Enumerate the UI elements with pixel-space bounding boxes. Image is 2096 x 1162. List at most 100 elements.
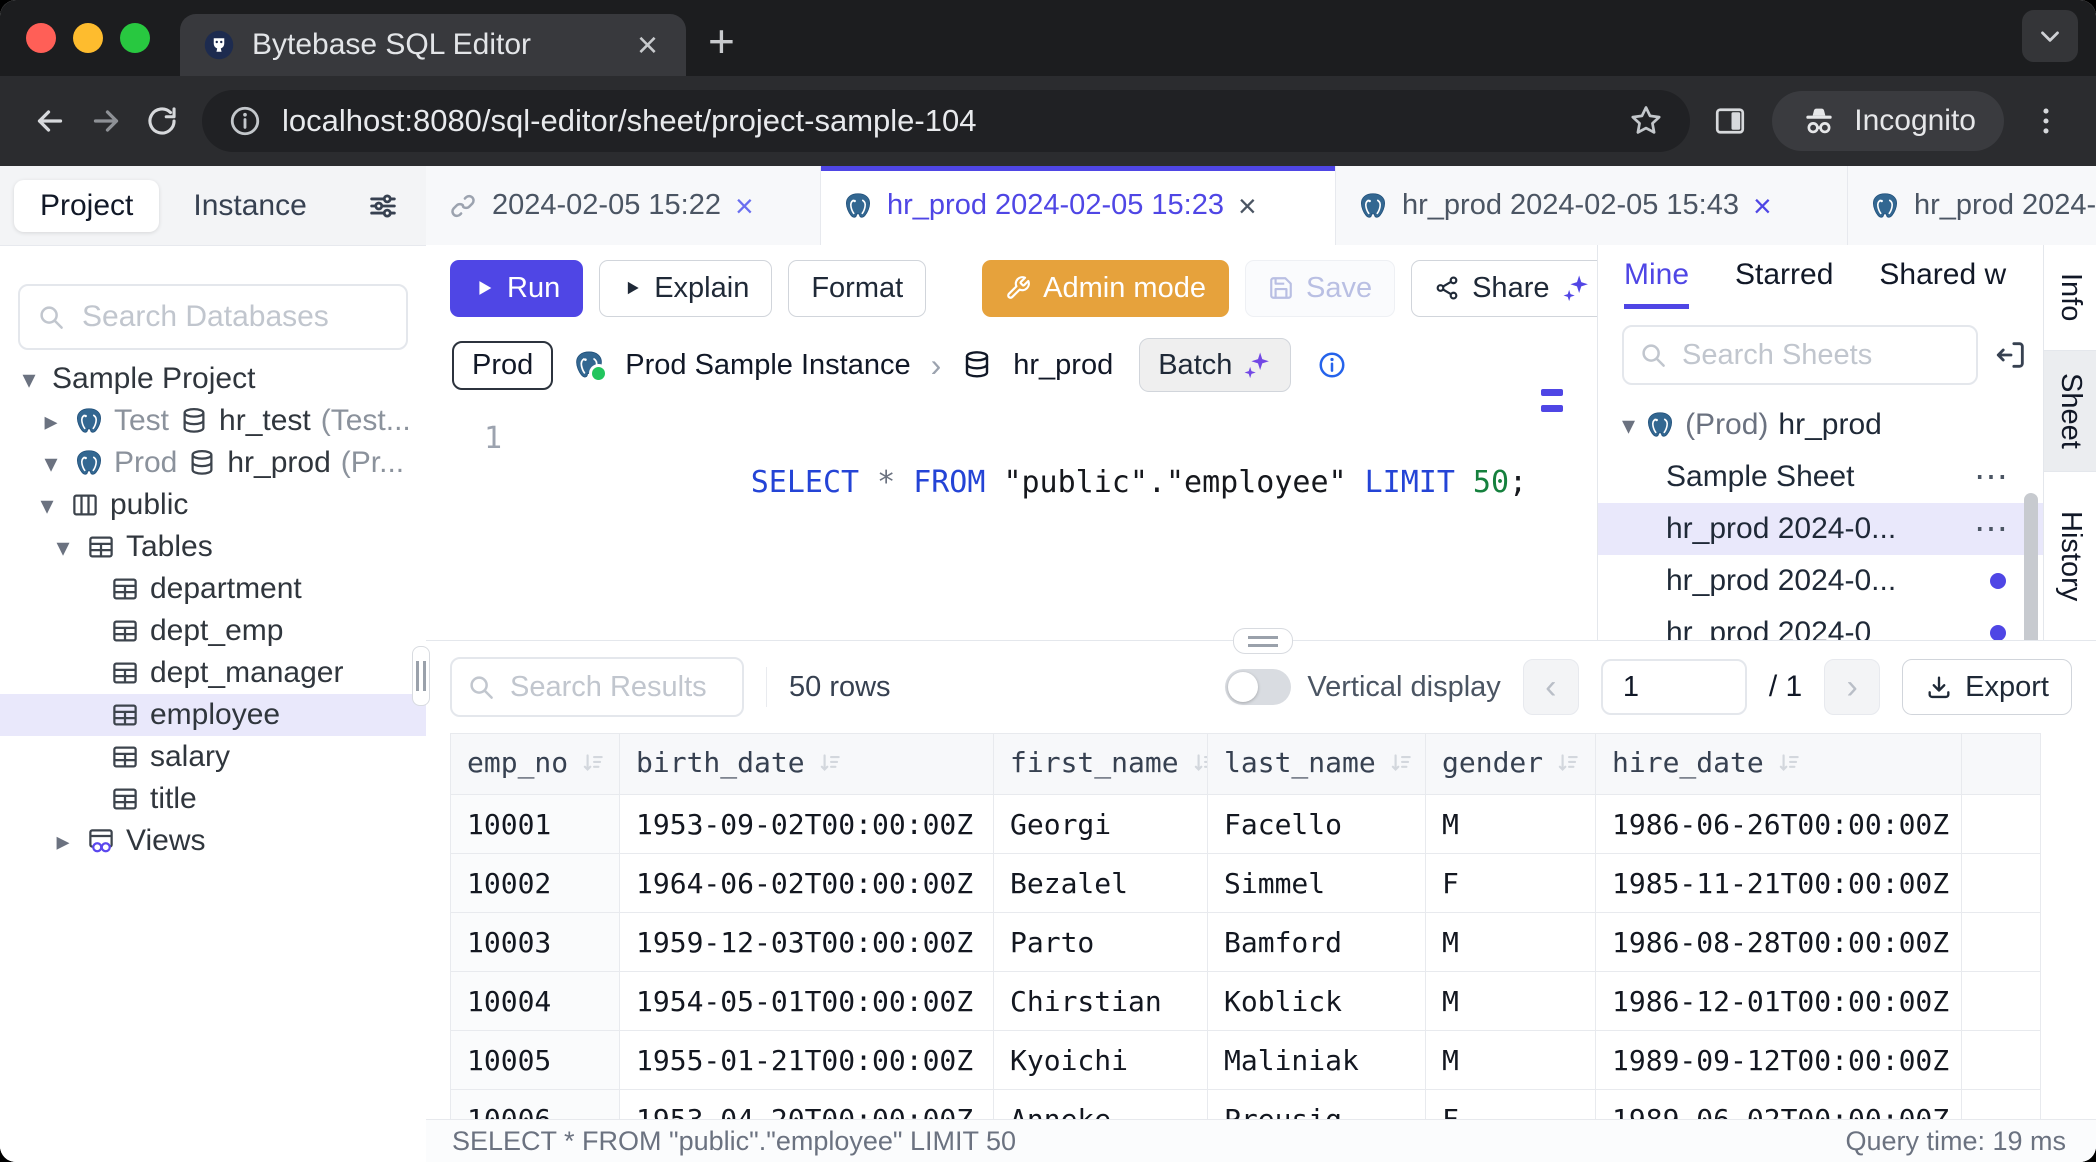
- sheet-search[interactable]: [1622, 325, 1978, 385]
- sort-icon[interactable]: [1388, 750, 1414, 776]
- worksheet-tab-4[interactable]: hr_prod 2024-0: [1848, 166, 2096, 245]
- browser-tab-close-icon[interactable]: ×: [633, 27, 662, 63]
- url-text[interactable]: localhost:8080/sql-editor/sheet/project-…: [282, 103, 1608, 139]
- back-button[interactable]: [22, 93, 78, 149]
- window-zoom-button[interactable]: [120, 23, 150, 53]
- collapse-panel-icon[interactable]: [1994, 338, 2028, 372]
- tree-item-table-title[interactable]: title: [0, 778, 426, 820]
- browser-tab[interactable]: Bytebase SQL Editor ×: [180, 14, 686, 76]
- caret-down-icon[interactable]: ▾: [34, 490, 60, 521]
- browser-menu-button[interactable]: [2018, 93, 2074, 149]
- tab-instance[interactable]: Instance: [167, 180, 332, 232]
- side-tab-sheet[interactable]: Sheet: [2044, 350, 2096, 472]
- tree-item-table-department[interactable]: department: [0, 568, 426, 610]
- more-menu-icon[interactable]: ⋯: [1974, 457, 2010, 497]
- page-number-input[interactable]: [1601, 659, 1747, 715]
- tab-starred[interactable]: Starred: [1735, 258, 1833, 309]
- worksheet-tab-1[interactable]: 2024-02-05 15:22 ×: [426, 166, 821, 245]
- column-header-last-name[interactable]: last_name: [1208, 734, 1426, 795]
- close-tab-icon[interactable]: ×: [735, 190, 754, 222]
- sheet-search-input[interactable]: [1680, 338, 1962, 373]
- sheet-item-selected[interactable]: hr_prod 2024-0... ⋯: [1598, 503, 2044, 555]
- sort-icon[interactable]: [580, 750, 606, 776]
- caret-right-icon[interactable]: ▸: [50, 826, 76, 857]
- column-header-gender[interactable]: gender: [1426, 734, 1596, 795]
- vertical-display-toggle[interactable]: [1225, 669, 1291, 705]
- caret-down-icon[interactable]: ▾: [1622, 410, 1635, 441]
- tree-item-tables-group[interactable]: ▾ Tables: [0, 526, 426, 568]
- tree-item-table-dept-manager[interactable]: dept_manager: [0, 652, 426, 694]
- tab-project[interactable]: Project: [14, 180, 159, 232]
- tree-item-views-group[interactable]: ▸ Views: [0, 820, 426, 862]
- worksheet-tab-2[interactable]: hr_prod 2024-02-05 15:23 ×: [821, 166, 1336, 245]
- database-name[interactable]: hr_prod: [1013, 349, 1113, 382]
- tree-item-project[interactable]: ▾ Sample Project: [0, 358, 426, 400]
- caret-down-icon[interactable]: ▾: [38, 448, 64, 479]
- sort-icon[interactable]: [1191, 750, 1208, 776]
- editor-scroll-marks[interactable]: [1541, 389, 1563, 421]
- database-search[interactable]: [18, 284, 408, 350]
- batch-mode-button[interactable]: Batch: [1139, 338, 1291, 392]
- sort-icon[interactable]: [1776, 750, 1802, 776]
- address-bar[interactable]: localhost:8080/sql-editor/sheet/project-…: [202, 90, 1690, 152]
- window-minimize-button[interactable]: [73, 23, 103, 53]
- close-tab-icon[interactable]: ×: [1753, 190, 1772, 222]
- more-menu-icon[interactable]: ⋯: [1974, 509, 2010, 549]
- share-button[interactable]: Share: [1411, 260, 1597, 317]
- results-search-input[interactable]: [508, 670, 728, 705]
- code-line-1[interactable]: 1 SELECT*FROM"public"."employee"LIMIT50;: [426, 417, 1597, 549]
- tree-item-table-dept-emp[interactable]: dept_emp: [0, 610, 426, 652]
- format-button[interactable]: Format: [788, 260, 926, 317]
- sheet-list-scrollbar[interactable]: [2024, 493, 2038, 640]
- side-panel-button[interactable]: [1702, 93, 1758, 149]
- export-button[interactable]: Export: [1902, 659, 2072, 715]
- reload-button[interactable]: [134, 93, 190, 149]
- sql-editor[interactable]: 1 SELECT*FROM"public"."employee"LIMIT50;: [426, 399, 1597, 549]
- sidebar-resize-handle[interactable]: [412, 646, 430, 706]
- connection-info-icon[interactable]: [1317, 350, 1347, 380]
- admin-mode-button[interactable]: Admin mode: [982, 260, 1229, 317]
- environment-chip[interactable]: Prod: [452, 341, 553, 390]
- next-page-button[interactable]: ›: [1824, 659, 1880, 715]
- bookmark-star-icon[interactable]: [1628, 103, 1664, 139]
- tab-mine[interactable]: Mine: [1624, 258, 1689, 309]
- caret-right-icon[interactable]: ▸: [38, 406, 64, 437]
- side-tab-history[interactable]: History: [2044, 472, 2096, 642]
- database-search-input[interactable]: [80, 299, 390, 335]
- panel-resize-handle[interactable]: [1233, 628, 1293, 654]
- new-browser-tab-button[interactable]: +: [708, 14, 735, 68]
- sort-icon[interactable]: [817, 750, 843, 776]
- forward-button[interactable]: [78, 93, 134, 149]
- instance-name[interactable]: Prod Sample Instance: [625, 349, 910, 382]
- sheet-item-3[interactable]: hr_prod 2024-0...: [1598, 555, 2044, 607]
- tree-item-table-salary[interactable]: salary: [0, 736, 426, 778]
- tree-item-table-employee[interactable]: employee: [0, 694, 426, 736]
- sort-icon[interactable]: [1555, 750, 1581, 776]
- column-header-birth-date[interactable]: birth_date: [620, 734, 994, 795]
- column-header-first-name[interactable]: first_name: [994, 734, 1208, 795]
- tree-item-database-hr-prod[interactable]: ▾ Prod hr_prod (Pr...: [0, 442, 426, 484]
- results-search[interactable]: [450, 657, 744, 717]
- tab-search-button[interactable]: [2022, 10, 2078, 62]
- caret-down-icon[interactable]: ▾: [16, 364, 42, 395]
- explain-button[interactable]: Explain: [599, 260, 772, 317]
- caret-down-icon[interactable]: ▾: [50, 532, 76, 563]
- worksheet-tab-3[interactable]: hr_prod 2024-02-05 15:43 ×: [1336, 166, 1848, 245]
- close-tab-icon[interactable]: ×: [1238, 190, 1257, 222]
- save-button[interactable]: Save: [1245, 260, 1395, 317]
- column-header-hire-date[interactable]: hire_date: [1596, 734, 1962, 795]
- run-button[interactable]: Run: [450, 260, 583, 317]
- sheet-group-hr-prod[interactable]: ▾ (Prod) hr_prod: [1598, 399, 2044, 451]
- site-info-icon[interactable]: [228, 104, 262, 138]
- sheet-item-sample[interactable]: Sample Sheet ⋯: [1598, 451, 2044, 503]
- sheet-item-4[interactable]: hr_prod 2024-0: [1598, 607, 2044, 640]
- tree-item-database-hr-test[interactable]: ▸ Test hr_test (Test...: [0, 400, 426, 442]
- column-header-emp-no[interactable]: emp_no: [451, 734, 620, 795]
- prev-page-button[interactable]: ‹: [1523, 659, 1579, 715]
- sidebar-filter-button[interactable]: [366, 189, 412, 223]
- window-close-button[interactable]: [26, 23, 56, 53]
- tree-item-schema-public[interactable]: ▾ public: [0, 484, 426, 526]
- tab-shared[interactable]: Shared w: [1879, 258, 2006, 309]
- ai-sparkle-icon[interactable]: [1561, 273, 1591, 303]
- side-tab-info[interactable]: Info: [2044, 245, 2096, 350]
